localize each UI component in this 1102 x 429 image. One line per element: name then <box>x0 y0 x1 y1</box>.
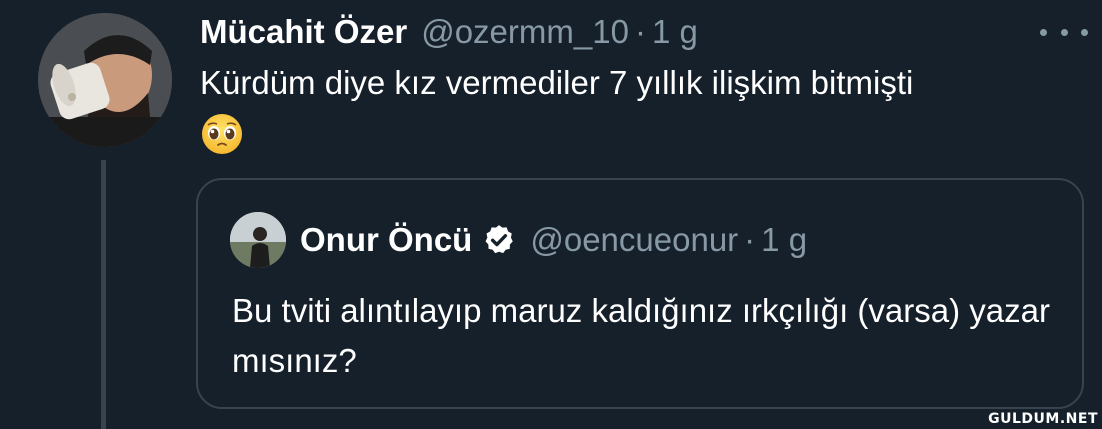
pleading-face-emoji <box>202 114 242 154</box>
quoted-author-handle[interactable]: @oencueonur <box>530 221 738 259</box>
quoted-author-name[interactable]: Onur Öncü <box>300 221 472 259</box>
more-icon[interactable] <box>1040 22 1088 42</box>
tweet-header: Mücahit Özer @ozermm_10 · 1 g <box>200 10 698 54</box>
quoted-tweet-timestamp[interactable]: 1 g <box>761 221 807 259</box>
quoted-tweet-header: Onur Öncü @oencueonur · 1 g <box>300 218 807 262</box>
separator-dot: · <box>744 221 756 258</box>
author-name[interactable]: Mücahit Özer <box>200 13 407 51</box>
quoted-avatar-image <box>230 212 286 268</box>
thread-connector-line <box>101 160 106 429</box>
tweet-detail: Mücahit Özer @ozermm_10 · 1 g Kürdüm diy… <box>0 0 1102 429</box>
quoted-tweet-text: Bu tviti alıntılayıp maruz kaldığınız ır… <box>232 292 1050 379</box>
site-watermark: GULDUM.NET <box>988 411 1098 427</box>
separator-dot: · <box>634 13 646 50</box>
quoted-tweet-card[interactable]: Onur Öncü @oencueonur · 1 g Bu tviti alı… <box>196 178 1084 409</box>
more-dot <box>1081 28 1088 36</box>
avatar-image <box>38 13 172 147</box>
author-handle[interactable]: @ozermm_10 <box>421 13 629 51</box>
verified-badge-icon <box>485 225 514 254</box>
more-dot <box>1060 28 1068 36</box>
more-dot <box>1040 28 1047 36</box>
quoted-author-avatar[interactable] <box>230 212 286 268</box>
tweet-timestamp[interactable]: 1 g <box>652 13 698 51</box>
tweet-text: Kürdüm diye kız vermediler 7 yıllık iliş… <box>200 64 914 101</box>
author-avatar[interactable] <box>38 13 172 147</box>
